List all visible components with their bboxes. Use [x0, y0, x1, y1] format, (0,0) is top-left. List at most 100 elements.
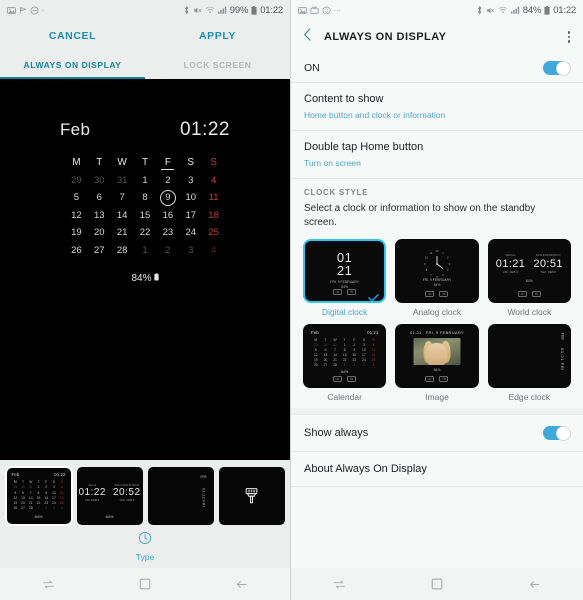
bluetooth-icon [183, 5, 190, 15]
chevron-left-icon[interactable] [302, 27, 313, 47]
show-always-toggle[interactable] [543, 425, 571, 441]
calendar-day: 22 [139, 227, 151, 238]
mini-calendar-day: 26 [313, 363, 318, 367]
clock-style-calendar[interactable]: Feb 01:21 M T W T F S S 29 30 31 1 2 3 4 5 6 7 8 9 10 11 12 13… [303, 324, 387, 402]
world-battery: 84% [525, 279, 533, 283]
calendar-day: 2 [165, 244, 171, 256]
clock-style-world[interactable]: SEOUL 01:21 FRI, FEB 9 SAN FRANCISCO 20:… [487, 239, 571, 317]
recents-icon[interactable] [318, 568, 362, 600]
setting-double-tap-home[interactable]: Double tap Home button Turn on screen [291, 131, 583, 179]
wifi-icon [205, 6, 215, 14]
thumbnail-edge-clock-style[interactable]: FEB 01:22 FRI [147, 467, 214, 525]
apply-button[interactable]: APPLY [145, 30, 290, 42]
svg-text:11: 11 [430, 251, 433, 255]
calendar-day: 21 [116, 227, 128, 238]
thumbnail-calendar-style[interactable]: Feb 01:22 M T W T F S S 29 30 31 1 2 3 4 5 6 7 8 9 10 11 12 13… [4, 466, 73, 526]
calendar-preview-time: 01:21 [367, 330, 379, 335]
calendar-day: 10 [185, 192, 197, 203]
setting-about-aod[interactable]: About Always On Display [291, 452, 583, 487]
calendar-week-row: 12 13 14 15 16 17 18 [65, 207, 225, 225]
signal-icon [510, 6, 520, 14]
weekday-thu: T [141, 157, 149, 168]
brush-icon [219, 467, 285, 525]
calendar-day: 31 [116, 174, 128, 186]
right-phone-aod-settings: 84% 01:22 ALWAYS ON DISPLAY ON Content t… [291, 0, 583, 600]
setting-subtitle: Turn on screen [304, 158, 361, 168]
setting-show-always[interactable]: Show always [291, 415, 583, 452]
digital-preview-time: 01 21 [305, 251, 384, 277]
tab-always-on-display[interactable]: ALWAYS ON DISPLAY [0, 51, 145, 79]
image-icon [7, 6, 16, 15]
mini-calendar-day: 27 [21, 506, 25, 511]
world-right-time: 20:51 [533, 258, 563, 270]
status-system-icons: 84% 01:22 [476, 5, 576, 16]
mini-calendar-day: 4 [60, 506, 63, 511]
master-toggle-switch[interactable] [543, 60, 571, 76]
thumbnail-world-clock-style[interactable]: Seoul 01:22 FRI, FEB 9 SAN FRANCISCO 20:… [76, 467, 143, 525]
cancel-button[interactable]: CANCEL [0, 30, 145, 42]
svg-text:5: 5 [442, 273, 444, 277]
calendar-day: 9 [156, 189, 179, 207]
clock-style-label: World clock [507, 307, 552, 317]
edge-preview-top: FEB [560, 333, 565, 340]
left-action-bar: CANCEL APPLY [0, 20, 290, 51]
mini-world-right: SAN FRANCISCO 20:52 THU, FEB 8 [113, 483, 141, 502]
recents-icon[interactable] [26, 568, 70, 600]
preview-battery-label: 84% [131, 273, 152, 284]
missed-call-pill: ☏ [425, 290, 435, 297]
mini-cal-header: Feb 01:22 [12, 472, 66, 477]
calendar-day: 13 [94, 209, 105, 221]
status-clock: 01:22 [553, 4, 576, 16]
message-pill: ✉ [347, 375, 357, 382]
calendar-day: 8 [142, 192, 148, 203]
bluetooth-icon [476, 5, 483, 15]
calendar-day: 4 [210, 244, 217, 256]
mini-calendar-day: 3 [362, 363, 365, 367]
setting-subtitle: Home button and clock or information [304, 110, 446, 120]
svg-text:8: 8 [426, 268, 428, 272]
svg-text:12: 12 [435, 249, 439, 253]
type-selector[interactable]: Type [0, 525, 290, 568]
world-right-date: THU, FEB 8 [540, 270, 556, 274]
home-icon[interactable] [123, 568, 167, 600]
mini-calendar-day: 1 [343, 363, 346, 367]
back-icon[interactable] [220, 568, 264, 600]
calendar-day: 5 [73, 192, 80, 203]
svg-text:2: 2 [447, 255, 449, 259]
clock-style-section-header: CLOCK STYLE [304, 188, 369, 197]
clock-style-thumb: 01:21 FRI, 9 FEBRUARY 84% ☏ ✉ [395, 324, 479, 388]
clock-style-analog[interactable]: 12 1 2 345 678 9 10 11 FRI, 9 FEBRUARY 8… [395, 239, 479, 317]
calendar-week-row: 29 30 31 1 2 3 4 [65, 172, 225, 190]
mini-cal-month: Feb [11, 472, 20, 477]
type-selector-label: Type [135, 552, 155, 562]
clock-style-edge[interactable]: FEB 01:21 FRI Edge clock [487, 324, 571, 402]
setting-title: Content to show [304, 93, 384, 105]
master-toggle-row[interactable]: ON [291, 54, 583, 83]
emoji-icon [322, 6, 331, 15]
svg-text:9: 9 [424, 262, 426, 266]
svg-text:1: 1 [442, 251, 444, 255]
aod-preview-canvas[interactable]: Feb 01:22 M T W T F S S 29 30 31 1 2 3 4 5 6 7 8 9 1… [0, 79, 290, 460]
left-navigation-bar [0, 568, 290, 600]
tab-lock-screen[interactable]: LOCK SCREEN [145, 51, 290, 79]
home-icon[interactable] [415, 568, 459, 600]
calendar-preview-battery: 84% [341, 370, 349, 374]
thumbnail-brush-style[interactable] [218, 467, 285, 525]
mini-calendar-day: 1 [37, 506, 40, 511]
calendar-day: 20 [94, 227, 105, 238]
weekday-tue: T [96, 157, 103, 168]
overflow-menu-icon[interactable] [566, 27, 573, 47]
setting-content-to-show[interactable]: Content to show Home button and clock or… [291, 83, 583, 131]
clock-style-image[interactable]: 01:21 FRI, 9 FEBRUARY 84% ☏ ✉ Image [395, 324, 479, 402]
calendar-day: 1 [142, 174, 148, 186]
flag-icon [19, 6, 27, 15]
weekday-sun: S [210, 157, 217, 168]
clock-style-digital[interactable]: 01 21 FRI, 9 FEBRUARY 84% ☏ ✉ Digital cl… [303, 239, 387, 317]
settings-scroll-area[interactable]: ON Content to show Home button and clock… [291, 54, 583, 568]
weekday-mon: M [72, 157, 81, 168]
mini-calendar-face: Feb 01:22 M T W T F S S 29 30 31 1 2 3 4 5 6 7 8 9 10 11 12 13… [6, 467, 72, 525]
calendar-day: 24 [185, 227, 197, 238]
mini-calendar-day: 28 [28, 506, 33, 511]
mini-world-battery: 84% [105, 514, 114, 519]
back-icon[interactable] [512, 568, 556, 600]
